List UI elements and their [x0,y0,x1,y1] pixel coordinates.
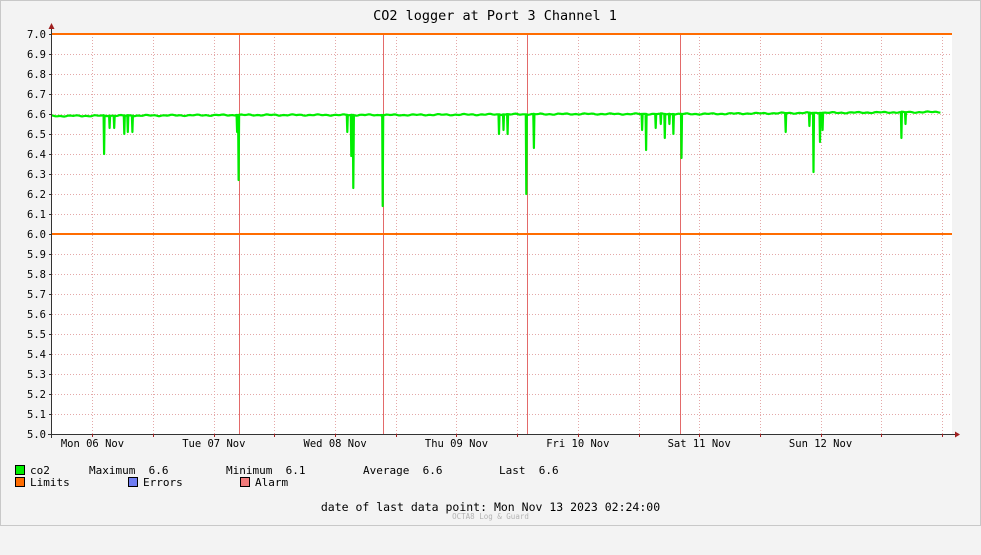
limits-swatch [15,477,25,487]
y-tick-label: 6.6 [27,109,46,121]
y-tick-label: 6.1 [27,209,46,221]
x-axis-arrow [955,431,960,438]
y-tick-label: 6.0 [27,229,46,241]
y-tick-label: 6.8 [27,69,46,81]
y-tick-label: 5.4 [27,349,46,361]
legend-item-alarm: Alarm [240,476,288,489]
x-tick-label: Tue 07 Nov [182,438,245,450]
y-tick-label: 5.5 [27,329,46,341]
x-tick-label: Mon 06 Nov [61,438,124,450]
y-tick-label: 6.7 [27,89,46,101]
legend-limits-label: Limits [30,476,70,489]
co2-chart: 7.0 6.9 6.8 6.7 6.6 6.5 6.4 6.3 6.2 6.1 6.0 5.9 5.8 5… [27,8,960,450]
y-axis-arrow [48,23,55,29]
y-tick-label: 5.8 [27,269,46,281]
y-tick-label: 7.0 [27,29,46,41]
legend-item-errors: Errors [128,476,183,489]
y-tick-label: 5.2 [27,389,46,401]
y-tick-label: 6.3 [27,169,46,181]
legend-last: Last 6.6 [499,464,559,477]
alarm-swatch [240,477,250,487]
legend-errors-label: Errors [143,476,183,489]
x-tick-label: Sun 12 Nov [789,438,852,450]
y-tick-label: 5.0 [27,429,46,441]
legend-average: Average 6.6 [363,464,443,477]
y-tick-label: 6.5 [27,129,46,141]
chart-title: CO2 logger at Port 3 Channel 1 [373,8,617,24]
x-tick-label: Sat 11 Nov [668,438,731,450]
y-tick-label: 6.2 [27,189,46,201]
legend-item-limits: Limits [15,476,70,489]
x-tick-label: Fri 10 Nov [546,438,609,450]
x-tick-label: Thu 09 Nov [425,438,488,450]
x-tick-label: Wed 08 Nov [304,438,367,450]
y-tick-label: 6.4 [27,149,46,161]
chart-frame: 7.0 6.9 6.8 6.7 6.6 6.5 6.4 6.3 6.2 6.1 6.0 5.9 5.8 5… [0,0,981,526]
y-tick-label: 6.9 [27,49,46,61]
y-tick-label: 5.7 [27,289,46,301]
y-tick-label: 5.6 [27,309,46,321]
co2-swatch [15,465,25,475]
watermark: OCTA8 Log & Guard [452,512,529,521]
y-tick-label: 5.3 [27,369,46,381]
errors-swatch [128,477,138,487]
y-tick-label: 5.1 [27,409,46,421]
y-tick-label: 5.9 [27,249,46,261]
legend-alarm-label: Alarm [255,476,289,489]
